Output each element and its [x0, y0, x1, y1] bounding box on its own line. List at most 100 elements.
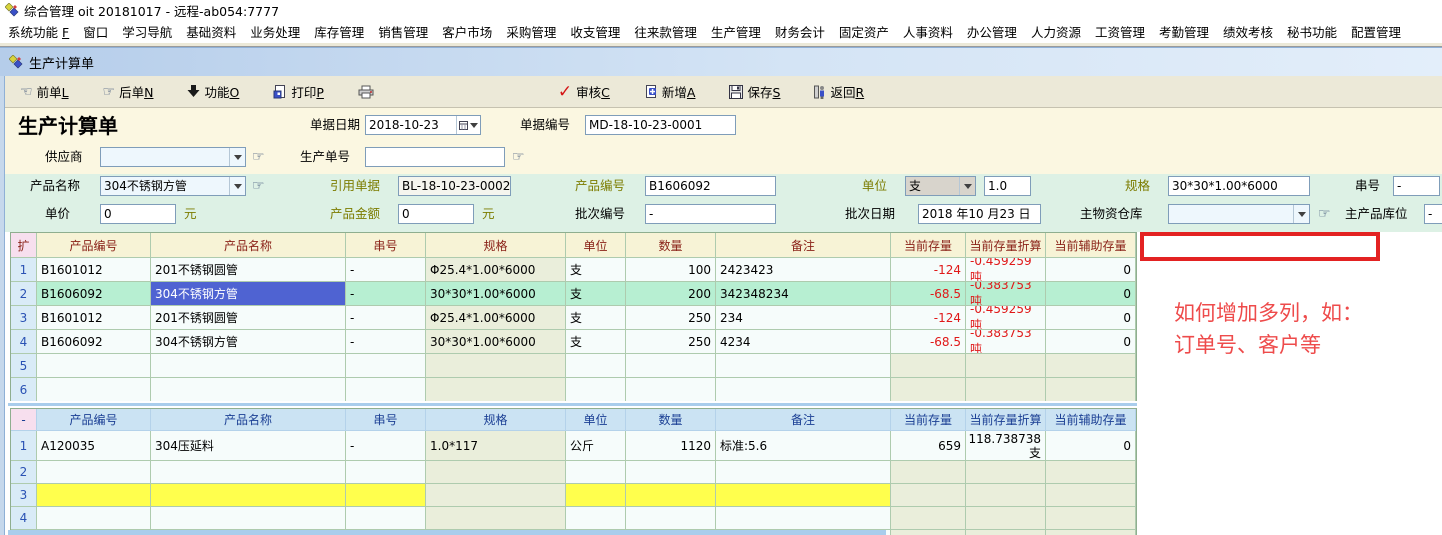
- grid-cell[interactable]: [426, 484, 566, 507]
- supplier-select[interactable]: [100, 147, 246, 167]
- grid-cell[interactable]: [966, 530, 1046, 535]
- grid-cell[interactable]: [151, 507, 346, 530]
- grid-cell[interactable]: [346, 507, 426, 530]
- calendar-dropdown-button[interactable]: [456, 116, 480, 134]
- menu-item-8[interactable]: 客户市场: [442, 22, 492, 41]
- row-number-cell[interactable]: 3: [11, 306, 37, 330]
- grid-cell[interactable]: [37, 354, 151, 378]
- grid-cell[interactable]: 201不锈钢圆管: [151, 306, 346, 330]
- grid-cell[interactable]: [716, 461, 891, 484]
- grid-cell[interactable]: -0.459259 吨: [966, 258, 1046, 282]
- price-field[interactable]: 0: [100, 204, 176, 224]
- grid-cell[interactable]: 118.738738 支: [966, 431, 1046, 461]
- menu-item-4[interactable]: 基础资料: [186, 22, 236, 41]
- grid-cell[interactable]: Φ25.4*1.00*6000: [426, 258, 566, 282]
- grid-cell[interactable]: -0.383753 吨: [966, 282, 1046, 306]
- grid-cell[interactable]: 1120: [626, 431, 716, 461]
- doc-no-field[interactable]: MD-18-10-23-0001: [585, 115, 736, 135]
- grid-cell[interactable]: 30*30*1.00*6000: [426, 330, 566, 354]
- grid-cell[interactable]: 100: [626, 258, 716, 282]
- grid-cell[interactable]: [891, 378, 966, 402]
- grid-cell[interactable]: [346, 378, 426, 402]
- menu-item-6[interactable]: 库存管理: [314, 22, 364, 41]
- grid-cell[interactable]: [151, 484, 346, 507]
- grid-cell[interactable]: [891, 484, 966, 507]
- menu-item-22[interactable]: 配置管理: [1351, 22, 1401, 41]
- grid-cell[interactable]: B1601012: [37, 306, 151, 330]
- product-name-select[interactable]: 304不锈钢方管: [100, 176, 246, 196]
- grid-cell[interactable]: [426, 507, 566, 530]
- grid-cell[interactable]: [716, 507, 891, 530]
- grid-cell[interactable]: [346, 461, 426, 484]
- new-button[interactable]: 新增A: [640, 80, 700, 103]
- menu-item-13[interactable]: 财务会计: [775, 22, 825, 41]
- grid-cell[interactable]: [37, 378, 151, 402]
- grid-cell[interactable]: 250: [626, 330, 716, 354]
- menu-item-19[interactable]: 考勤管理: [1159, 22, 1209, 41]
- supplier-lookup-icon[interactable]: ☞: [252, 147, 265, 167]
- grid-cell[interactable]: 支: [566, 330, 626, 354]
- grid-cell[interactable]: [566, 354, 626, 378]
- grid-cell[interactable]: [626, 484, 716, 507]
- grid-cell[interactable]: [716, 378, 891, 402]
- warehouse-dropdown-button[interactable]: [1293, 205, 1309, 223]
- grid-cell[interactable]: [426, 461, 566, 484]
- grid-cell[interactable]: [626, 507, 716, 530]
- print-button[interactable]: 打印P: [269, 80, 328, 103]
- grid-cell[interactable]: [891, 507, 966, 530]
- grid-cell[interactable]: [626, 378, 716, 402]
- grid-cell[interactable]: [151, 378, 346, 402]
- product-code-field[interactable]: B1606092: [645, 176, 776, 196]
- product-name-dropdown-button[interactable]: [229, 177, 245, 195]
- grid-cell[interactable]: A120035: [37, 431, 151, 461]
- grid-cell[interactable]: 250: [626, 306, 716, 330]
- grid-cell[interactable]: [151, 461, 346, 484]
- row-number-cell[interactable]: 6: [11, 378, 37, 402]
- grid-cell[interactable]: 0: [1046, 431, 1136, 461]
- menu-item-5[interactable]: 业务处理: [250, 22, 300, 41]
- grid-cell[interactable]: -124: [891, 306, 966, 330]
- grid-cell[interactable]: 4234: [716, 330, 891, 354]
- audit-button[interactable]: ✓ 审核C: [554, 80, 614, 104]
- grid-cell[interactable]: [37, 461, 151, 484]
- amount-field[interactable]: 0: [398, 204, 474, 224]
- warehouse-select[interactable]: [1168, 204, 1310, 224]
- grid-cell[interactable]: 标准:5.6: [716, 431, 891, 461]
- menu-item-1[interactable]: 系统功能 F: [8, 22, 69, 41]
- row-number-cell[interactable]: 2: [11, 282, 37, 306]
- grid-cell[interactable]: [566, 484, 626, 507]
- menu-item-21[interactable]: 秘书功能: [1287, 22, 1337, 41]
- grid-cell[interactable]: 0: [1046, 330, 1136, 354]
- grid-cell[interactable]: 支: [566, 282, 626, 306]
- grid-cell[interactable]: 201不锈钢圆管: [151, 258, 346, 282]
- row-number-cell[interactable]: 2: [11, 461, 37, 484]
- menu-item-2[interactable]: 窗口: [83, 22, 108, 41]
- return-button[interactable]: 返回R: [810, 80, 868, 103]
- grid-cell[interactable]: 0: [1046, 282, 1136, 306]
- unit-select[interactable]: 支: [905, 176, 976, 196]
- grid-cell[interactable]: [566, 461, 626, 484]
- prod-order-field[interactable]: [365, 147, 505, 167]
- grid-cell[interactable]: [891, 530, 966, 535]
- grid-cell[interactable]: [1046, 484, 1136, 507]
- menu-item-15[interactable]: 人事资料: [903, 22, 953, 41]
- unit-dropdown-button[interactable]: [959, 177, 975, 195]
- grid-cell[interactable]: 30*30*1.00*6000: [426, 282, 566, 306]
- grid-cell[interactable]: 342348234: [716, 282, 891, 306]
- grid-cell[interactable]: [346, 484, 426, 507]
- menu-item-10[interactable]: 收支管理: [570, 22, 620, 41]
- grid-cell[interactable]: [426, 354, 566, 378]
- supplier-dropdown-button[interactable]: [229, 148, 245, 166]
- row-number-cell[interactable]: 4: [11, 330, 37, 354]
- spec-field[interactable]: 30*30*1.00*6000: [1168, 176, 1310, 196]
- grid-cell[interactable]: 200: [626, 282, 716, 306]
- grid-cell[interactable]: Φ25.4*1.00*6000: [426, 306, 566, 330]
- menu-item-11[interactable]: 往来款管理: [634, 22, 697, 41]
- grid-cell[interactable]: [626, 354, 716, 378]
- grid-cell[interactable]: 304不锈钢方管: [151, 330, 346, 354]
- row-number-cell[interactable]: 5: [11, 354, 37, 378]
- grid-cell[interactable]: -: [346, 431, 426, 461]
- grid-cell[interactable]: [716, 354, 891, 378]
- grid-cell[interactable]: -0.383753 吨: [966, 330, 1046, 354]
- grid-cell[interactable]: [626, 461, 716, 484]
